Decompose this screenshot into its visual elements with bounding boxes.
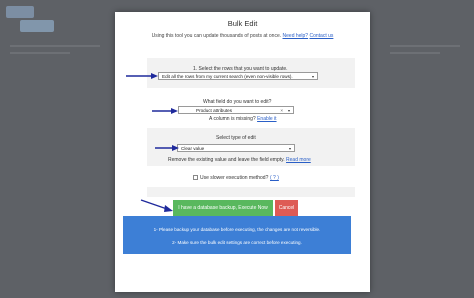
edit-type-select-value: Clear value — [181, 146, 205, 151]
info-line-1: 1- Please backup your database before ex… — [153, 227, 321, 232]
step3-label: Select type of edit — [216, 135, 256, 141]
field-select[interactable]: Product attributes × ▾ — [178, 106, 294, 114]
clear-x-icon[interactable]: × — [280, 107, 283, 113]
read-more-link[interactable]: Read more — [286, 157, 311, 163]
annotation-arrow-icon — [126, 73, 158, 79]
intro-text: Using this tool you can update thousands… — [151, 33, 282, 39]
chevron-down-icon: ▾ — [287, 108, 290, 113]
enable-link[interactable]: Enable it — [257, 116, 276, 122]
field-select-value: Product attributes — [196, 108, 233, 113]
warning-info-box: 1- Please backup your database before ex… — [123, 216, 351, 254]
info-line-2: 2- Make sure the bulk edit settings are … — [172, 240, 302, 245]
modal-title: Bulk Edit — [227, 19, 258, 28]
slower-execution-label: Use slower execution method? — [200, 175, 269, 181]
execute-now-button[interactable]: I have a database backup, Execute Now — [173, 200, 273, 216]
column-missing-text: A column is missing? — [209, 116, 256, 122]
edit-help: Remove the existing value and leave the … — [168, 157, 311, 163]
column-missing: A column is missing? Enable it — [209, 116, 277, 122]
help-link[interactable]: Need help? — [283, 33, 309, 39]
app-logo — [6, 6, 58, 34]
annotation-arrow-icon — [155, 145, 179, 151]
modal-intro: Using this tool you can update thousands… — [115, 33, 370, 39]
chevron-down-icon: ▾ — [311, 74, 314, 79]
slower-help-link[interactable]: ( ? ) — [270, 175, 279, 181]
edit-help-text: Remove the existing value and leave the … — [168, 157, 285, 163]
edit-type-select[interactable]: Clear value ▾ — [177, 144, 295, 152]
chevron-down-icon: ▾ — [288, 146, 291, 151]
cancel-button[interactable]: Cancel — [275, 200, 298, 216]
step2-label: What field do you want to edit? — [203, 99, 272, 105]
rows-select-value: Edit all the rows from my current search… — [162, 74, 293, 79]
annotation-arrow-icon — [152, 108, 178, 114]
slower-execution-checkbox[interactable] — [193, 175, 198, 180]
spacer-row — [147, 187, 355, 197]
contact-link[interactable]: Contact us — [309, 33, 333, 39]
rows-select[interactable]: Edit all the rows from my current search… — [158, 72, 318, 80]
annotation-arrow-icon — [140, 199, 173, 212]
